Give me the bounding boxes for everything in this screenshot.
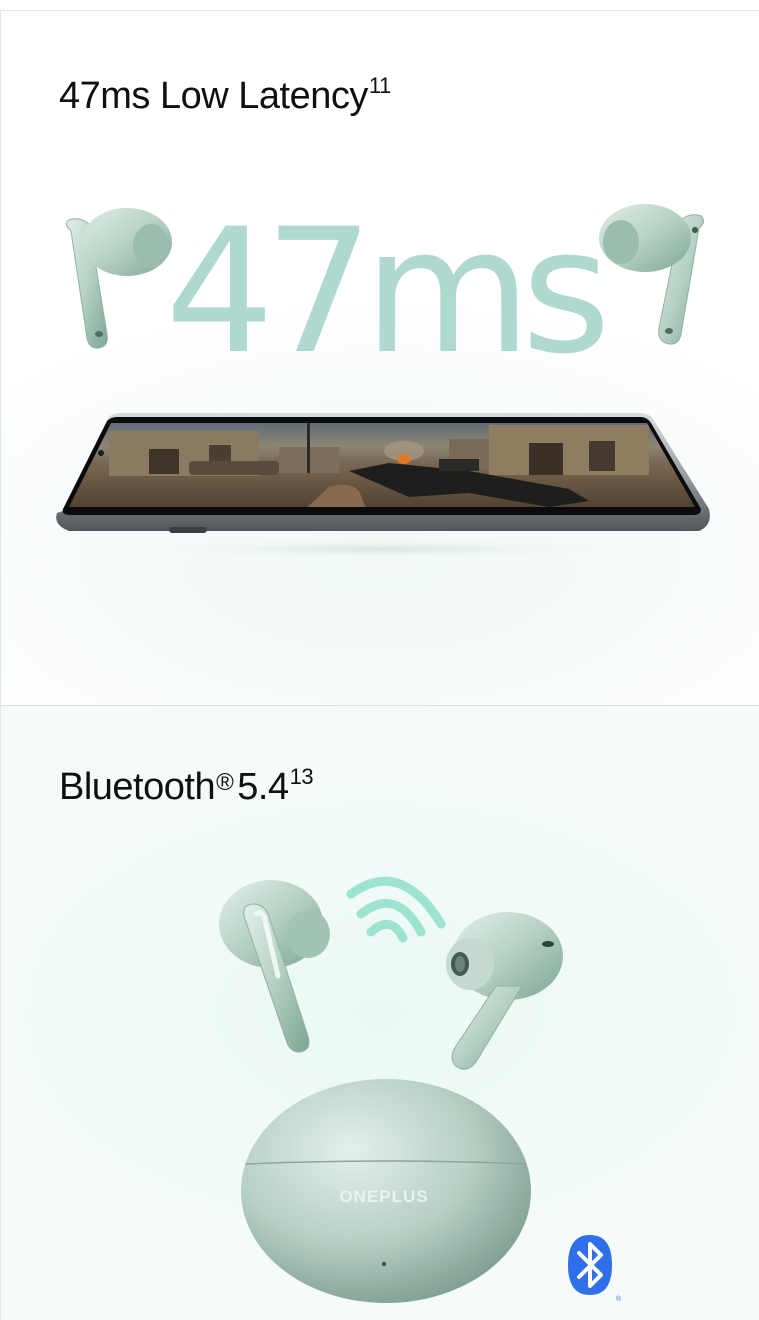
bluetooth-version: 5.4 — [237, 766, 289, 808]
latency-card: 47ms Low Latency11 47ms — [0, 11, 759, 705]
latency-footnote: 11 — [368, 73, 391, 98]
bluetooth-card: Bluetooth® 5.413 ONEPLUS ® — [0, 705, 759, 1320]
latency-big-number: 47ms — [165, 191, 611, 392]
earbud-left-icon — [219, 880, 330, 1053]
latency-title: 47ms Low Latency11 — [59, 73, 391, 118]
bluetooth-title: Bluetooth® 5.413 — [59, 764, 314, 809]
top-border — [0, 0, 759, 11]
bluetooth-title-text: Bluetooth — [59, 766, 216, 808]
smartphone-image — [56, 413, 710, 561]
earbud-right-icon — [599, 204, 705, 345]
latency-title-text: 47ms Low Latency — [59, 75, 368, 117]
bluetooth-footnote: 13 — [289, 764, 314, 789]
charging-case-image: ONEPLUS — [241, 1079, 531, 1303]
svg-text:®: ® — [616, 1295, 622, 1303]
bluetooth-logo-icon: ® — [568, 1235, 622, 1303]
case-brand-text: ONEPLUS — [339, 1187, 428, 1206]
registered-mark: ® — [216, 769, 234, 796]
earbud-right-icon — [446, 912, 563, 1070]
earbud-left-icon — [65, 208, 172, 349]
